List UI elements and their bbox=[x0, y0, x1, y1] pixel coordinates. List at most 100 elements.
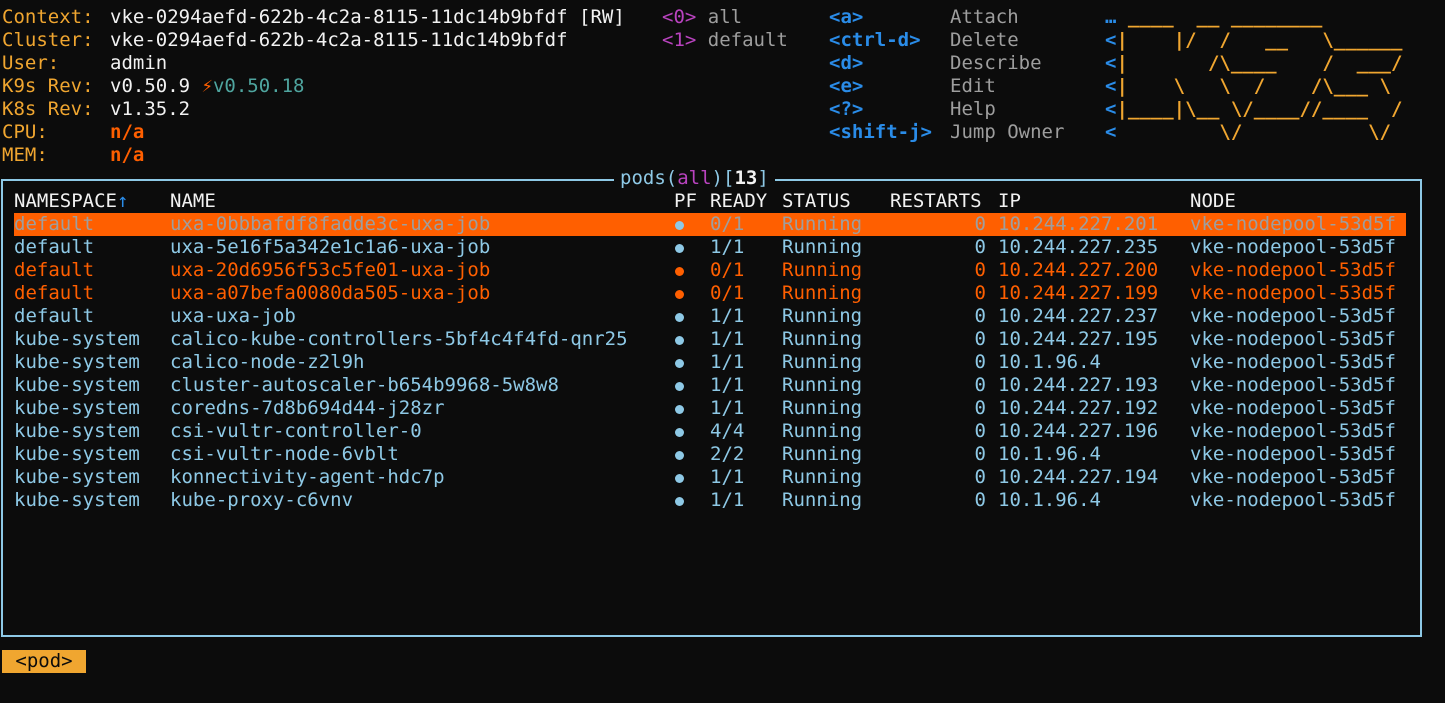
table-row[interactable]: default uxa-a07befa0080da505-uxa-job 0/1 Ru… bbox=[14, 282, 1406, 305]
table-row[interactable]: kube-system calico-kube-controllers-5bf4c… bbox=[14, 328, 1406, 351]
cell-node: vke-nodepool-53d5f bbox=[1190, 489, 1396, 511]
status-dot-icon bbox=[675, 336, 684, 345]
table-row[interactable]: default uxa-uxa-job 1/1 Running 0 10.244.227.… bbox=[14, 305, 1406, 328]
hint-key-attach[interactable]: <a> bbox=[829, 6, 863, 29]
table-row[interactable]: kube-system cluster-autoscaler-b654b9968-… bbox=[14, 374, 1406, 397]
cell-ready: 1/1 bbox=[710, 236, 745, 258]
cell-name: csi-vultr-controller-0 bbox=[170, 420, 422, 442]
table-row[interactable]: kube-system coredns-7d8b694d44-j28zr 1/1 Ru… bbox=[14, 397, 1406, 420]
cluster-value: vke-0294aefd-622b-4c2a-8115-11dc14b9bfdf bbox=[110, 29, 568, 51]
pf-indicator-icon bbox=[675, 259, 695, 282]
table-row[interactable]: kube-system kube-proxy-c6vnv 1/1 Running 0 10… bbox=[14, 489, 1406, 512]
hint-label-delete: Delete bbox=[950, 29, 1019, 51]
pf-indicator-icon bbox=[675, 305, 695, 328]
k9s-rev-value: v0.50.9 bbox=[110, 75, 191, 97]
status-dot-icon bbox=[675, 474, 684, 483]
column-header-node[interactable]: NODE bbox=[1190, 190, 1236, 213]
mem-row: MEM: n/a bbox=[2, 144, 144, 167]
pf-indicator-icon bbox=[675, 351, 695, 374]
hint-key-help[interactable]: <?> bbox=[829, 98, 863, 121]
cell-status: Running bbox=[782, 443, 863, 465]
user-label: User: bbox=[2, 52, 60, 74]
user-row: User: admin bbox=[2, 52, 167, 75]
cell-name: uxa-5e16f5a342e1c1a6-uxa-job bbox=[170, 236, 491, 258]
cell-status: Running bbox=[782, 213, 863, 235]
rw-badge: [RW] bbox=[579, 6, 625, 28]
table-row[interactable]: kube-system konnectivity-agent-hdc7p 1/1 Ru… bbox=[14, 466, 1406, 489]
namespace-shortcut-all[interactable]: <0> all bbox=[662, 6, 742, 29]
cell-ready: 1/1 bbox=[710, 305, 745, 327]
cell-status: Running bbox=[782, 466, 863, 488]
logo-line: |____|\__ \/____//____ / bbox=[1116, 98, 1403, 120]
logo-line: \/ \/ bbox=[1116, 121, 1391, 143]
cpu-label: CPU: bbox=[2, 121, 48, 143]
table-row[interactable]: default uxa-20d6956f53c5fe01-uxa-job 0/1 Ru… bbox=[14, 259, 1406, 282]
cell-name: konnectivity-agent-hdc7p bbox=[170, 466, 445, 488]
pf-indicator-icon bbox=[675, 328, 695, 351]
hint-label-help: Help bbox=[950, 98, 996, 120]
cluster-label: Cluster: bbox=[2, 29, 94, 51]
cell-restarts: 0 bbox=[974, 489, 986, 511]
column-header-restarts[interactable]: RESTARTS bbox=[890, 190, 982, 213]
cell-status: Running bbox=[782, 374, 863, 396]
table-title-resource: pods bbox=[620, 167, 666, 189]
cell-node: vke-nodepool-53d5f bbox=[1190, 282, 1396, 304]
cell-ip: 10.244.227.237 bbox=[998, 305, 1159, 327]
hint-key-describe[interactable]: <d> bbox=[829, 52, 863, 75]
cluster-row: Cluster: vke-0294aefd-622b-4c2a-8115-11dc… bbox=[2, 29, 568, 52]
cell-name: uxa-0bbbafdf8fadde3c-uxa-job bbox=[170, 213, 491, 235]
pf-indicator-icon bbox=[675, 443, 695, 466]
table-row[interactable]: default uxa-5e16f5a342e1c1a6-uxa-job 1/1 Ru… bbox=[14, 236, 1406, 259]
table-row[interactable]: default uxa-0bbbafdf8fadde3c-uxa-job 0/1 Ru… bbox=[14, 213, 1406, 236]
status-dot-icon bbox=[675, 313, 684, 322]
column-header-name[interactable]: NAME bbox=[170, 190, 216, 213]
column-header-status[interactable]: STATUS bbox=[782, 190, 851, 213]
cell-restarts: 0 bbox=[974, 282, 986, 304]
column-header-ip[interactable]: IP bbox=[998, 190, 1021, 213]
cell-status: Running bbox=[782, 489, 863, 511]
cell-ip: 10.1.96.4 bbox=[998, 443, 1101, 465]
logo-prefix: < bbox=[1105, 98, 1117, 120]
namespace-shortcut-default[interactable]: <1> default bbox=[662, 29, 788, 52]
cell-ready: 0/1 bbox=[710, 259, 745, 281]
table-row[interactable]: kube-system csi-vultr-controller-0 4/4 Runn… bbox=[14, 420, 1406, 443]
cell-restarts: 0 bbox=[974, 466, 986, 488]
cell-name: csi-vultr-node-6vblt bbox=[170, 443, 399, 465]
hint-key-edit[interactable]: <e> bbox=[829, 75, 863, 98]
cell-status: Running bbox=[782, 351, 863, 373]
column-header-ready[interactable]: READY bbox=[710, 190, 767, 213]
cell-node: vke-nodepool-53d5f bbox=[1190, 443, 1396, 465]
cell-ready: 1/1 bbox=[710, 328, 745, 350]
status-dot-icon bbox=[675, 221, 684, 230]
k8s-rev-label: K8s Rev: bbox=[2, 98, 94, 120]
hint-key-jump-owner[interactable]: <shift-j> bbox=[829, 121, 932, 144]
logo-line: ____ __ ________ bbox=[1116, 6, 1323, 28]
cell-ip: 10.244.227.201 bbox=[998, 213, 1159, 235]
cell-restarts: 0 bbox=[974, 397, 986, 419]
cell-restarts: 0 bbox=[974, 305, 986, 327]
hint-label-jump-owner: Jump Owner bbox=[950, 121, 1065, 143]
table-row[interactable]: kube-system calico-node-z2l9h 1/1 Running 0 1… bbox=[14, 351, 1406, 374]
cell-restarts: 0 bbox=[974, 213, 986, 235]
cell-namespace: kube-system bbox=[14, 374, 140, 396]
column-header-pf[interactable]: PF bbox=[674, 190, 697, 213]
cell-node: vke-nodepool-53d5f bbox=[1190, 236, 1396, 258]
table-row[interactable]: kube-system csi-vultr-node-6vblt 2/2 Runnin… bbox=[14, 443, 1406, 466]
column-header-namespace[interactable]: NAMESPACE↑ bbox=[14, 190, 128, 213]
cell-namespace: kube-system bbox=[14, 420, 140, 442]
cell-ip: 10.1.96.4 bbox=[998, 351, 1101, 373]
cell-node: vke-nodepool-53d5f bbox=[1190, 328, 1396, 350]
logo-prefix: … bbox=[1105, 6, 1117, 28]
pf-indicator-icon bbox=[675, 236, 695, 259]
cell-status: Running bbox=[782, 305, 863, 327]
cell-ready: 1/1 bbox=[710, 489, 745, 511]
logo-line: | /\____ / ___/ bbox=[1116, 52, 1403, 74]
cell-name: uxa-20d6956f53c5fe01-uxa-job bbox=[170, 259, 491, 281]
status-dot-icon bbox=[675, 267, 684, 276]
cell-namespace: default bbox=[14, 282, 95, 304]
cell-restarts: 0 bbox=[974, 443, 986, 465]
k9s-rev-label: K9s Rev: bbox=[2, 75, 94, 97]
cell-ip: 10.244.227.196 bbox=[998, 420, 1159, 442]
hint-key-delete[interactable]: <ctrl-d> bbox=[829, 29, 921, 52]
status-dot-icon bbox=[675, 244, 684, 253]
